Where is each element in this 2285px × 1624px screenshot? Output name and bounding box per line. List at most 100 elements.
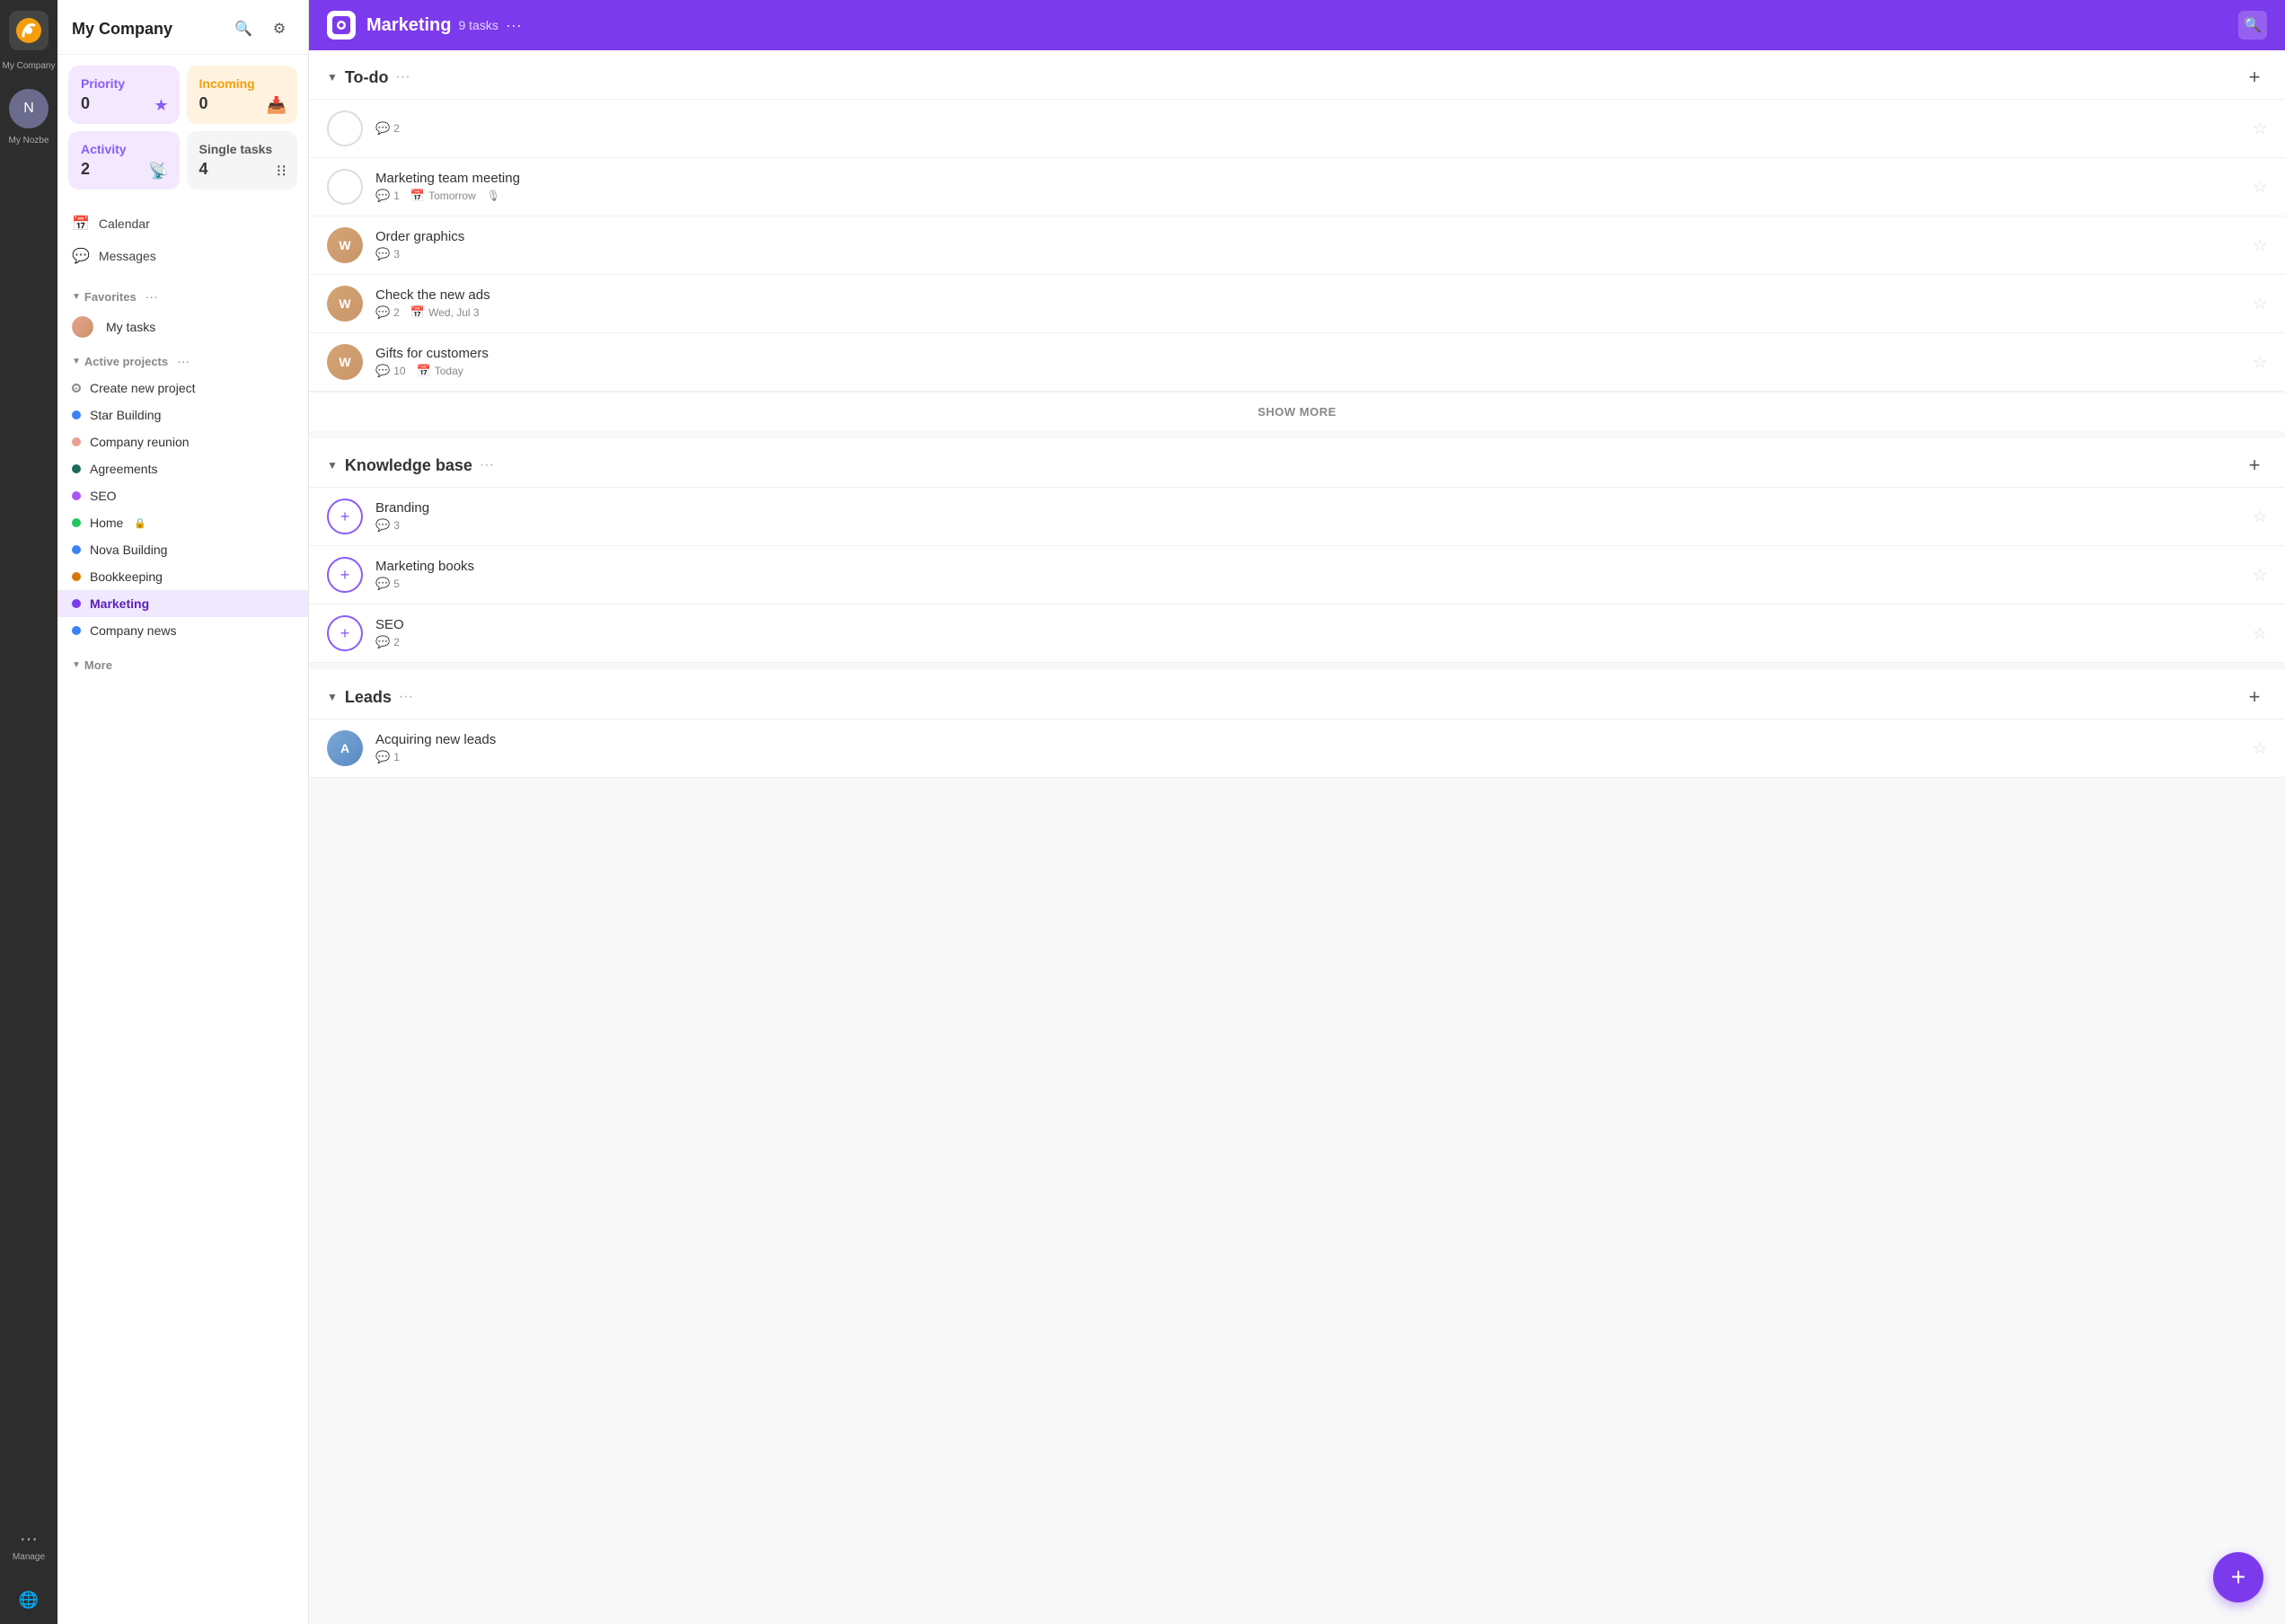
task-avatar [327, 169, 363, 205]
knowledge-base-group-dots[interactable]: ··· [480, 457, 494, 473]
project-dot [72, 599, 81, 608]
task-body: SEO 💬 2 [375, 617, 2242, 649]
project-company-news[interactable]: Company news [57, 617, 308, 644]
sidebar-search-button[interactable]: 🔍 [229, 14, 258, 43]
leads-add-button[interactable]: + [2242, 684, 2267, 710]
mic-icon: 🎙 [487, 190, 500, 202]
comment-count: 💬 1 [375, 189, 400, 203]
messages-nav-item[interactable]: 💬 Messages [57, 240, 308, 272]
task-row[interactable]: A Acquiring new leads 💬 1 ☆ [309, 719, 2285, 778]
top-bar-logo [327, 11, 356, 40]
task-avatar: W [327, 227, 363, 263]
task-star-button[interactable]: ☆ [2253, 119, 2267, 138]
leads-chevron[interactable]: ▼ [327, 691, 338, 703]
content-area: ▼ To-do ··· + 💬 2 ☆ [309, 50, 2285, 1624]
comment-count: 💬 3 [375, 247, 400, 261]
incoming-widget[interactable]: Incoming 0 📥 [187, 66, 298, 124]
project-name: SEO [90, 489, 117, 503]
single-tasks-widget[interactable]: Single tasks 4 ⁝⁝ [187, 131, 298, 190]
task-row[interactable]: Marketing team meeting 💬 1 📅 Tomorrow 🎙 [309, 158, 2285, 216]
project-bookkeeping[interactable]: Bookkeeping [57, 563, 308, 590]
task-mic: 🎙 [487, 190, 500, 202]
comment-count: 💬 5 [375, 577, 400, 591]
favorites-more-button[interactable]: ··· [142, 287, 162, 306]
task-title: Gifts for customers [375, 346, 2242, 361]
task-row[interactable]: 💬 2 ☆ [309, 100, 2285, 158]
comment-icon: 💬 [375, 364, 390, 378]
task-star-button[interactable]: ☆ [2253, 353, 2267, 372]
project-dot [72, 464, 81, 473]
task-date: 📅 Wed, Jul 3 [410, 305, 480, 320]
priority-widget[interactable]: Priority 0 ★ [68, 66, 180, 124]
top-bar-dots-button[interactable]: ··· [506, 16, 522, 35]
more-chevron: ▼ [72, 660, 81, 670]
project-company-reunion[interactable]: Company reunion [57, 428, 308, 455]
task-star-button[interactable]: ☆ [2253, 508, 2267, 526]
task-row[interactable]: W Gifts for customers 💬 10 📅 Today [309, 333, 2285, 392]
top-bar-search-button[interactable]: 🔍 [2238, 11, 2267, 40]
task-star-button[interactable]: ☆ [2253, 566, 2267, 585]
project-name: Marketing [90, 596, 149, 611]
task-row[interactable]: + Branding 💬 3 ☆ [309, 488, 2285, 546]
icon-bar: My Company N My Nozbe ⋯ Manage 🌐 [0, 0, 57, 1624]
project-dot [72, 518, 81, 527]
task-star-button[interactable]: ☆ [2253, 624, 2267, 643]
task-star-button[interactable]: ☆ [2253, 739, 2267, 758]
calendar-icon: 📅 [410, 305, 425, 320]
todo-chevron[interactable]: ▼ [327, 71, 338, 84]
todo-group-dots[interactable]: ··· [396, 69, 410, 85]
leads-group-dots[interactable]: ··· [399, 689, 413, 705]
project-home[interactable]: Home 🔒 [57, 509, 308, 536]
show-more-button[interactable]: SHOW MORE [309, 392, 2285, 431]
project-name: Company reunion [90, 435, 190, 449]
project-name: Star Building [90, 408, 161, 422]
comment-icon: 💬 [375, 750, 390, 764]
project-star-building[interactable]: Star Building [57, 402, 308, 428]
active-projects-more-button[interactable]: ··· [173, 351, 193, 371]
my-tasks-item[interactable]: My tasks [57, 310, 308, 344]
project-agreements[interactable]: Agreements [57, 455, 308, 482]
favorites-chevron: ▼ [72, 292, 81, 302]
task-meta: 💬 3 [375, 518, 2242, 533]
task-meta: 💬 2 [375, 635, 2242, 649]
activity-label: Activity [81, 142, 167, 156]
project-dot [72, 572, 81, 581]
project-nova-building[interactable]: Nova Building [57, 536, 308, 563]
knowledge-base-add-button[interactable]: + [2242, 453, 2267, 478]
project-dot [72, 437, 81, 446]
comment-count: 💬 2 [375, 121, 400, 136]
my-nozbe-label: My Nozbe [8, 136, 49, 146]
settings-item[interactable]: 🌐 [15, 1587, 42, 1613]
task-row[interactable]: + SEO 💬 2 ☆ [309, 605, 2285, 663]
manage-item[interactable]: ⋯ Manage [9, 1524, 49, 1566]
user-avatar[interactable]: N [9, 89, 49, 128]
project-dot [72, 410, 81, 419]
main-content: Marketing 9 tasks ··· 🔍 ▼ To-do ··· + [309, 0, 2285, 1624]
calendar-nav-item[interactable]: 📅 Calendar [57, 207, 308, 240]
task-title: Check the new ads [375, 287, 2242, 303]
task-row[interactable]: + Marketing books 💬 5 ☆ [309, 546, 2285, 605]
sidebar-settings-button[interactable]: ⚙ [265, 14, 294, 43]
task-row[interactable]: W Check the new ads 💬 2 📅 Wed, Jul 3 [309, 275, 2285, 333]
project-seo[interactable]: SEO [57, 482, 308, 509]
task-star-button[interactable]: ☆ [2253, 236, 2267, 255]
activity-widget[interactable]: Activity 2 📡 [68, 131, 180, 190]
task-date: 📅 Tomorrow [410, 189, 476, 203]
task-avatar: A [327, 730, 363, 766]
project-dot [72, 491, 81, 500]
knowledge-base-chevron[interactable]: ▼ [327, 459, 338, 472]
task-row[interactable]: W Order graphics 💬 3 ☆ [309, 216, 2285, 275]
app-logo[interactable] [9, 11, 49, 50]
project-name: Agreements [90, 462, 157, 476]
knowledge-base-group-header: ▼ Knowledge base ··· + [309, 438, 2285, 488]
task-star-button[interactable]: ☆ [2253, 178, 2267, 197]
active-projects-label: Active projects [84, 355, 168, 368]
todo-add-button[interactable]: + [2242, 65, 2267, 90]
project-marketing[interactable]: Marketing [57, 590, 308, 617]
fab-button[interactable]: + [2213, 1552, 2263, 1602]
task-date: 📅 Today [417, 364, 463, 378]
lock-icon: 🔒 [134, 517, 146, 529]
task-star-button[interactable]: ☆ [2253, 295, 2267, 313]
create-project-item[interactable]: + Create new project [57, 375, 308, 402]
manage-icon: ⋯ [20, 1528, 38, 1550]
